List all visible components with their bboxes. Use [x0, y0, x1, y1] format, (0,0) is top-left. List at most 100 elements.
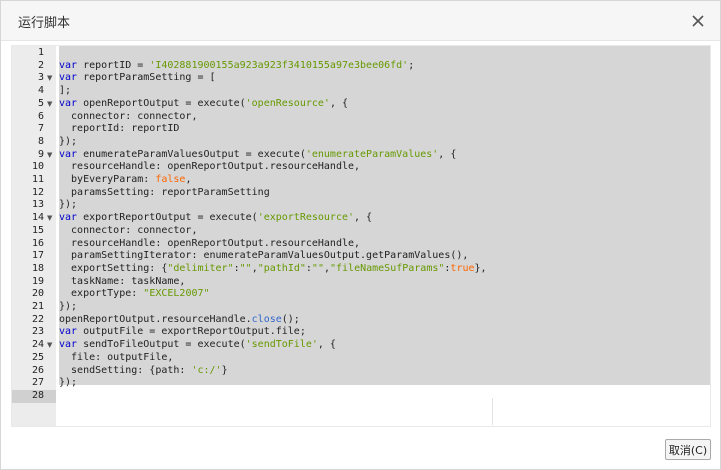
cancel-button[interactable]: 取消(C): [665, 439, 711, 460]
code-token: 'exportResource': [257, 212, 355, 224]
line-number-gutter: 1 2 3 ▼ 4 5 ▼ 6 7 8 9 ▼ 10 11 12 13 14 ▼ 15 16 17 18 19 20 21 22 2…: [12, 46, 56, 426]
fold-toggle-icon[interactable]: ▼: [47, 72, 52, 85]
code-line: var reportParamSetting = [: [59, 72, 216, 85]
code-line: var reportID = 'I402881900155a923a923f34…: [59, 60, 414, 73]
line-number: 18: [31, 262, 44, 274]
line-number-row: 24 ▼: [12, 339, 56, 352]
code-line: var outputFile = exportReportOutput.file…: [59, 326, 306, 339]
line-number: 23: [31, 326, 44, 338]
line-number: 24: [31, 339, 44, 351]
line-number-row: 25: [12, 352, 56, 365]
line-number-row: 22: [12, 314, 56, 327]
line-number-row: 16: [12, 238, 56, 251]
line-number: 5: [37, 97, 44, 109]
line-number: 16: [31, 237, 44, 249]
line-number: 9: [37, 148, 44, 160]
code-token: false: [155, 174, 186, 185]
code-token: }: [221, 364, 228, 376]
code-line: exportType: "EXCEL2007": [59, 288, 210, 301]
line-number-row: 19: [12, 276, 56, 289]
line-number: 11: [31, 174, 44, 185]
line-number: 7: [37, 123, 44, 135]
code-area[interactable]: var reportID = 'I402881900155a923a923f34…: [59, 46, 710, 426]
line-number-row: 11: [12, 174, 56, 187]
fold-toggle-icon[interactable]: ▼: [47, 339, 52, 352]
dialog-title: 运行脚本: [18, 16, 71, 31]
line-number-row: 27: [12, 377, 56, 390]
code-token: , {: [354, 212, 373, 224]
code-token: var: [59, 212, 78, 224]
line-number-row: 14 ▼: [12, 212, 56, 225]
code-token: paramsSetting: reportParamSetting: [59, 186, 270, 198]
code-token: });: [59, 199, 78, 211]
code-line: taskName: taskName,: [59, 276, 185, 289]
line-number: 10: [31, 161, 44, 173]
line-number-row: 17: [12, 250, 56, 263]
line-number-row: 18: [12, 263, 56, 276]
line-number: 14: [31, 212, 44, 224]
fold-toggle-icon[interactable]: ▼: [47, 212, 52, 225]
line-number: 17: [31, 250, 44, 262]
line-number-row: 9 ▼: [12, 149, 56, 162]
code-token: sendToFileOutput = execute(: [77, 339, 246, 351]
close-button[interactable]: [688, 11, 708, 31]
line-number: 12: [31, 186, 44, 198]
code-token: 'I402881900155a923a923f3410155a97e3bee06…: [149, 59, 409, 71]
code-token: reportId: reportID: [59, 123, 180, 135]
editor-indent-guide: [492, 398, 493, 425]
code-token: enumerateParamValuesOutput = execute(: [77, 148, 306, 160]
code-token: });: [59, 377, 78, 389]
code-token: ;: [408, 59, 415, 71]
line-number: 4: [37, 85, 44, 97]
script-editor[interactable]: 1 2 3 ▼ 4 5 ▼ 6 7 8 9 ▼ 10 11 12 13 14 ▼ 15 16 17 18 19 20 21 22 2…: [11, 45, 711, 427]
code-line: var sendToFileOutput = execute('sendToFi…: [59, 339, 336, 352]
line-number: 15: [31, 224, 44, 236]
line-number: 26: [31, 364, 44, 376]
code-token: var: [59, 59, 78, 71]
code-line: exportSetting: {"delimiter":"","pathId":…: [59, 263, 487, 276]
code-token: , {: [329, 97, 348, 109]
line-number-row: 26: [12, 365, 56, 378]
code-line: byEveryParam: false,: [59, 174, 191, 187]
code-token: var: [59, 148, 78, 160]
fold-toggle-icon[interactable]: ▼: [47, 149, 52, 162]
code-token: "": [239, 262, 252, 274]
code-line: });: [59, 199, 77, 212]
code-token: resourceHandle: openReportOutput.resourc…: [59, 161, 361, 173]
code-line: reportId: reportID: [59, 123, 179, 136]
code-line: file: outputFile,: [59, 352, 173, 365]
line-number: 21: [31, 301, 44, 312]
line-number: 27: [31, 377, 44, 389]
line-number-row: 5 ▼: [12, 98, 56, 111]
code-token: exportSetting: {: [59, 262, 168, 274]
code-token: });: [59, 301, 78, 312]
code-line: var openReportOutput = execute('openReso…: [59, 98, 348, 111]
code-token: true: [450, 262, 475, 274]
run-script-dialog: 运行脚本 1 2 3 ▼ 4 5 ▼ 6 7 8 9 ▼ 10 11 12 13 14 ▼ 15 16 17 18 19 20…: [0, 0, 721, 470]
line-number: 2: [37, 59, 44, 71]
dialog-titlebar: 运行脚本: [1, 1, 720, 41]
line-number: 1: [37, 47, 44, 58]
code-token: outputFile = exportReportOutput.file;: [77, 326, 306, 338]
code-line: ];: [59, 85, 71, 98]
code-line: });: [59, 377, 77, 390]
line-number-row: 20: [12, 288, 56, 301]
code-line: connector: connector,: [59, 111, 197, 124]
code-token: 'openResource': [245, 97, 330, 109]
line-number: 6: [37, 110, 44, 122]
line-number-row: 7: [12, 123, 56, 136]
line-number-row: 13: [12, 199, 56, 212]
code-token: 'c:/': [191, 364, 222, 376]
line-number: 28: [31, 389, 44, 401]
code-token: "EXCEL2007": [143, 288, 210, 300]
line-number: 3: [37, 72, 44, 84]
code-token: });: [59, 135, 78, 147]
fold-toggle-icon[interactable]: ▼: [47, 98, 52, 111]
code-token: connector: connector,: [59, 224, 198, 236]
code-token: var: [59, 339, 78, 351]
code-token: 'enumerateParamValues': [305, 148, 439, 160]
line-number: 22: [31, 313, 44, 325]
line-number-row: 12: [12, 187, 56, 200]
line-number: 19: [31, 275, 44, 287]
line-number-row: 28: [12, 389, 56, 403]
